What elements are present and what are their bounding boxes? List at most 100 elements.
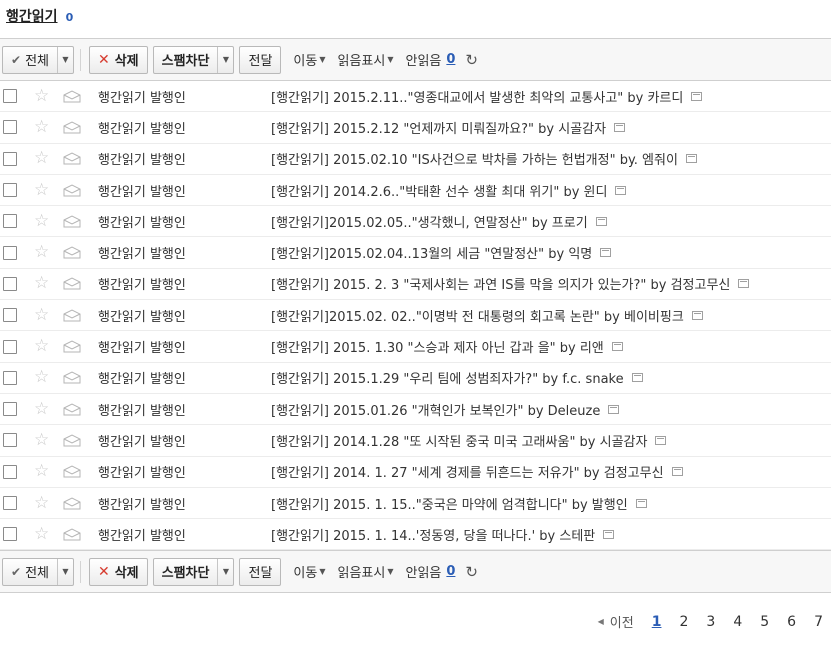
prev-page-link[interactable]: ◀ 이전 [598, 612, 634, 631]
mail-sender[interactable]: 행간읽기 발행인 [98, 306, 186, 325]
new-window-icon[interactable] [691, 91, 703, 101]
unread-filter[interactable]: 안읽음 0 [405, 50, 455, 69]
new-window-icon[interactable] [600, 248, 612, 258]
unread-filter[interactable]: 안읽음 0 [405, 562, 455, 581]
mail-sender[interactable]: 행간읽기 발행인 [98, 462, 186, 481]
row-checkbox[interactable] [3, 245, 17, 260]
move-menu[interactable]: 이동 ▼ [293, 50, 325, 69]
new-window-icon[interactable] [631, 373, 643, 383]
row-checkbox[interactable] [3, 120, 17, 135]
row-checkbox[interactable] [3, 339, 17, 354]
mail-subject[interactable]: [행간읽기] 2015.2.12 "언제까지 미뤄질까요?" by 시골감자 [271, 118, 626, 137]
mail-row[interactable]: ☆ 행간읽기 발행인 [행간읽기] 2014.2.6.."박태환 선수 생활 최대 … [0, 175, 831, 207]
mail-subject[interactable]: [행간읽기]2015.02.05.."생각했니, 연말정산" by 프로기 [271, 212, 607, 231]
new-window-icon[interactable] [603, 529, 615, 539]
row-checkbox[interactable] [3, 89, 17, 104]
star-icon[interactable]: ☆ [34, 275, 49, 292]
star-icon[interactable]: ☆ [34, 212, 49, 230]
new-window-icon[interactable] [691, 310, 703, 320]
chevron-down-icon[interactable]: ▼ [217, 46, 233, 73]
page-link[interactable]: 7 [814, 614, 823, 630]
page-link[interactable]: 5 [760, 614, 769, 630]
star-icon[interactable]: ☆ [34, 338, 49, 355]
mail-subject[interactable]: [행간읽기] 2015.2.11.."영종대교에서 발생한 최악의 교통사고" … [271, 87, 703, 106]
mailbox-unread-count[interactable]: 0 [66, 11, 74, 24]
mail-subject[interactable]: [행간읽기] 2015.02.10 "IS사건으로 박차를 가하는 헌법개정" … [271, 149, 697, 168]
mail-row[interactable]: ☆ 행간읽기 발행인 [행간읽기] 2015.02.10 "IS사건으로 박차를 가… [0, 144, 831, 175]
forward-button[interactable]: 전달 [239, 557, 282, 586]
star-icon[interactable]: ☆ [34, 87, 49, 105]
star-icon[interactable]: ☆ [34, 306, 49, 324]
new-window-icon[interactable] [671, 467, 683, 477]
new-window-icon[interactable] [738, 279, 750, 289]
select-all-button[interactable]: ✔ 전체 ▼ [2, 557, 74, 586]
row-checkbox[interactable] [3, 527, 17, 542]
chevron-down-icon[interactable]: ▼ [56, 558, 73, 585]
row-checkbox[interactable] [3, 276, 17, 291]
mail-subject[interactable]: [행간읽기] 2015. 1.30 "스승과 제자 아닌 갑과 을" by 리앤 [271, 337, 623, 356]
unread-count[interactable]: 0 [446, 52, 455, 67]
star-icon[interactable]: ☆ [34, 400, 49, 418]
mail-row[interactable]: ☆ 행간읽기 발행인 [행간읽기] 2015. 1.30 "스승과 제자 아닌 갑과… [0, 331, 831, 363]
mail-subject-text[interactable]: [행간읽기] 2015.01.26 "개혁인가 보복인가" by Deleuze [271, 400, 600, 419]
mail-row[interactable]: ☆ 행간읽기 발행인 [행간읽기]2015.02.04..13월의 세금 "연말정산… [0, 237, 831, 269]
new-window-icon[interactable] [614, 122, 626, 132]
mail-subject-text[interactable]: [행간읽기] 2015. 1.30 "스승과 제자 아닌 갑과 을" by 리앤 [271, 337, 604, 356]
mail-subject[interactable]: [행간읽기] 2015.01.26 "개혁인가 보복인가" by Deleuze [271, 400, 620, 419]
mail-sender[interactable]: 행간읽기 발행인 [98, 243, 186, 262]
mail-subject-text[interactable]: [행간읽기] 2015. 1. 15.."중국은 마약에 엄격합니다" by 발… [271, 494, 628, 513]
mail-row[interactable]: ☆ 행간읽기 발행인 [행간읽기] 2015.1.29 "우리 팀에 성범죄자가?"… [0, 363, 831, 394]
mail-sender[interactable]: 행간읽기 발행인 [98, 431, 186, 450]
new-window-icon[interactable] [608, 404, 620, 414]
mail-subject-text[interactable]: [행간읽기] 2015.02.10 "IS사건으로 박차를 가하는 헌법개정" … [271, 149, 678, 168]
star-icon[interactable]: ☆ [34, 244, 49, 261]
mail-subject[interactable]: [행간읽기] 2015. 2. 3 "국제사회는 과연 IS를 막을 의지가 있… [271, 274, 750, 293]
mail-subject[interactable]: [행간읽기]2015.02. 02.."이명박 전 대통령의 회고록 논란" b… [271, 306, 703, 325]
mail-sender[interactable]: 행간읽기 발행인 [98, 149, 186, 168]
spam-block-button[interactable]: 스팸차단 ▼ [152, 45, 235, 74]
mail-subject[interactable]: [행간읽기] 2014.1.28 "또 시작된 중국 미국 고래싸움" by 시… [271, 431, 667, 450]
new-window-icon[interactable] [685, 154, 697, 164]
page-link[interactable]: 6 [787, 614, 796, 630]
unread-count[interactable]: 0 [446, 564, 455, 579]
star-icon[interactable]: ☆ [34, 181, 49, 199]
row-checkbox[interactable] [3, 151, 17, 166]
mail-subject-text[interactable]: [행간읽기] 2015. 1. 14..'정동영, 당을 떠나다.' by 스테… [271, 525, 595, 544]
mail-row[interactable]: ☆ 행간읽기 발행인 [행간읽기] 2015.2.11.."영종대교에서 발생한 최… [0, 81, 831, 113]
star-icon[interactable]: ☆ [34, 431, 49, 449]
page-link[interactable]: 4 [733, 614, 742, 630]
mail-subject-text[interactable]: [행간읽기] 2015. 2. 3 "국제사회는 과연 IS를 막을 의지가 있… [271, 274, 730, 293]
forward-button[interactable]: 전달 [239, 45, 282, 74]
mailbox-title[interactable]: 행간읽기 [6, 9, 58, 25]
mail-sender[interactable]: 행간읽기 발행인 [98, 274, 186, 293]
refresh-icon[interactable]: ↻ [465, 563, 478, 581]
star-icon[interactable]: ☆ [34, 150, 49, 167]
row-checkbox[interactable] [3, 308, 17, 323]
mail-row[interactable]: ☆ 행간읽기 발행인 [행간읽기] 2014. 1. 27 "세계 경제를 뒤흔드는… [0, 457, 831, 488]
mark-read-menu[interactable]: 읽음표시 ▼ [337, 50, 393, 69]
new-window-icon[interactable] [595, 216, 607, 226]
page-link[interactable]: 2 [679, 614, 688, 630]
move-menu[interactable]: 이동 ▼ [293, 562, 325, 581]
row-checkbox[interactable] [3, 496, 17, 510]
select-all-button[interactable]: ✔ 전체 ▼ [2, 45, 74, 74]
chevron-down-icon[interactable]: ▼ [217, 558, 233, 585]
mail-subject-text[interactable]: [행간읽기] 2014. 1. 27 "세계 경제를 뒤흔드는 저유가" by … [271, 462, 664, 481]
mark-read-menu[interactable]: 읽음표시 ▼ [337, 562, 393, 581]
mail-subject-text[interactable]: [행간읽기] 2014.2.6.."박태환 선수 생활 최대 위기" by 윈디 [271, 181, 607, 200]
mail-subject[interactable]: [행간읽기] 2015. 1. 14..'정동영, 당을 떠나다.' by 스테… [271, 525, 615, 544]
new-window-icon[interactable] [615, 185, 627, 195]
mail-sender[interactable]: 행간읽기 발행인 [98, 87, 186, 106]
mail-row[interactable]: ☆ 행간읽기 발행인 [행간읽기] 2015. 1. 15.."중국은 마약에 엄격… [0, 488, 831, 520]
page-link[interactable]: 3 [706, 614, 715, 630]
mail-subject[interactable]: [행간읽기]2015.02.04..13월의 세금 "연말정산" by 익명 [271, 243, 612, 262]
mail-subject[interactable]: [행간읽기] 2015. 1. 15.."중국은 마약에 엄격합니다" by 발… [271, 494, 647, 513]
mail-subject[interactable]: [행간읽기] 2014.2.6.."박태환 선수 생활 최대 위기" by 윈디 [271, 181, 627, 200]
mail-subject-text[interactable]: [행간읽기]2015.02. 02.."이명박 전 대통령의 회고록 논란" b… [271, 306, 684, 325]
delete-button[interactable]: ✕ 삭제 [88, 45, 148, 74]
mail-subject-text[interactable]: [행간읽기] 2015.2.11.."영종대교에서 발생한 최악의 교통사고" … [271, 87, 683, 106]
refresh-icon[interactable]: ↻ [465, 51, 478, 69]
mail-row[interactable]: ☆ 행간읽기 발행인 [행간읽기] 2015. 2. 3 "국제사회는 과연 IS를… [0, 269, 831, 301]
spam-block-button[interactable]: 스팸차단 ▼ [152, 557, 235, 586]
mail-subject[interactable]: [행간읽기] 2014. 1. 27 "세계 경제를 뒤흔드는 저유가" by … [271, 462, 683, 481]
